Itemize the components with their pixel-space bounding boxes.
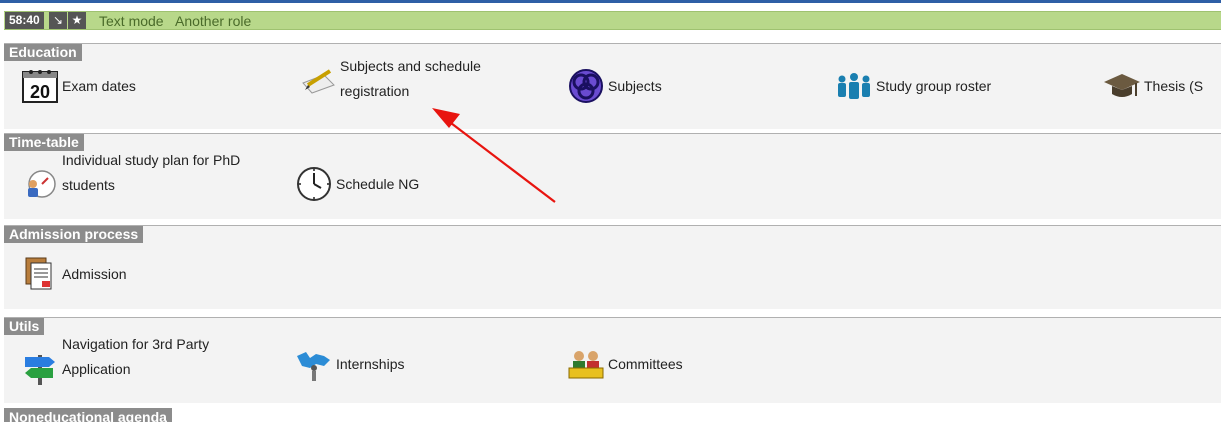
- menu-item-committees[interactable]: Committees: [564, 344, 683, 384]
- menu-item-label-line1: Navigation for 3rd Party: [62, 336, 210, 352]
- documents-icon: [18, 254, 62, 294]
- menu-item-subjects-schedule-registration[interactable]: Subjects and schedule registration: [296, 44, 481, 104]
- menu-item-internships[interactable]: Internships: [292, 344, 404, 384]
- section-title-utils: Utils: [4, 318, 45, 335]
- section-title-education: Education: [4, 44, 82, 61]
- menu-item-label: Study group roster: [876, 77, 992, 94]
- menu-item-admission[interactable]: Admission: [18, 254, 127, 294]
- signpost-icon: [18, 348, 62, 388]
- knot-icon: [564, 66, 608, 106]
- text-mode-link[interactable]: Text mode: [99, 12, 164, 30]
- world-map-person-icon: [292, 344, 336, 384]
- menu-item-label-line2: registration: [340, 83, 410, 99]
- menu-item-schedule-ng[interactable]: Schedule NG: [292, 164, 419, 204]
- collapse-button[interactable]: ↘: [49, 12, 67, 29]
- menu-item-subjects[interactable]: Subjects: [564, 66, 662, 106]
- menu-item-label: Subjects: [608, 77, 662, 94]
- study-plan-icon: [18, 164, 62, 204]
- people-icon: [832, 66, 876, 106]
- menu-item-navigation-3rd-party[interactable]: Navigation for 3rd Party Application: [18, 336, 209, 388]
- session-timer: 58:40: [5, 12, 44, 29]
- top-border: [0, 0, 1221, 3]
- another-role-link[interactable]: Another role: [175, 12, 251, 30]
- section-title-admission: Admission process: [4, 226, 144, 243]
- menu-item-study-group-roster[interactable]: Study group roster: [832, 66, 991, 106]
- section-timetable: Time-table Individual study plan for PhD…: [4, 133, 1221, 219]
- menu-item-thesis[interactable]: Thesis (S: [1100, 66, 1203, 106]
- menu-item-label: Exam dates: [62, 77, 136, 94]
- calendar-icon: 20: [18, 66, 62, 106]
- menu-item-label-line1: Subjects and schedule: [340, 58, 481, 74]
- section-utils: Utils Navigation for 3rd Party Applicati…: [4, 317, 1221, 403]
- menu-item-label-line2: Application: [62, 361, 131, 377]
- section-admission: Admission process Admission: [4, 225, 1221, 309]
- graduation-cap-icon: [1100, 66, 1144, 106]
- committee-icon: [564, 344, 608, 384]
- section-title-noneducational: Noneducational agenda: [4, 408, 172, 422]
- favorite-star-button[interactable]: ★: [68, 12, 86, 29]
- menu-item-label: Committees: [608, 355, 683, 372]
- menu-item-label: Thesis (S: [1144, 77, 1204, 94]
- menu-item-individual-study-plan[interactable]: Individual study plan for PhD students: [18, 152, 240, 204]
- menu-item-label: Internships: [336, 355, 405, 372]
- menu-item-label: Schedule NG: [336, 175, 420, 192]
- menu-item-label: Admission: [62, 265, 127, 282]
- section-education: Education 20 Exam dates Subjects and sch…: [4, 43, 1221, 129]
- svg-text:20: 20: [30, 82, 50, 102]
- pencil-paper-icon: [296, 60, 340, 100]
- menu-item-exam-dates[interactable]: 20 Exam dates: [18, 66, 136, 106]
- menu-item-label-line2: students: [62, 177, 115, 193]
- menu-item-label-line1: Individual study plan for PhD: [62, 152, 241, 168]
- clock-icon: [292, 164, 336, 204]
